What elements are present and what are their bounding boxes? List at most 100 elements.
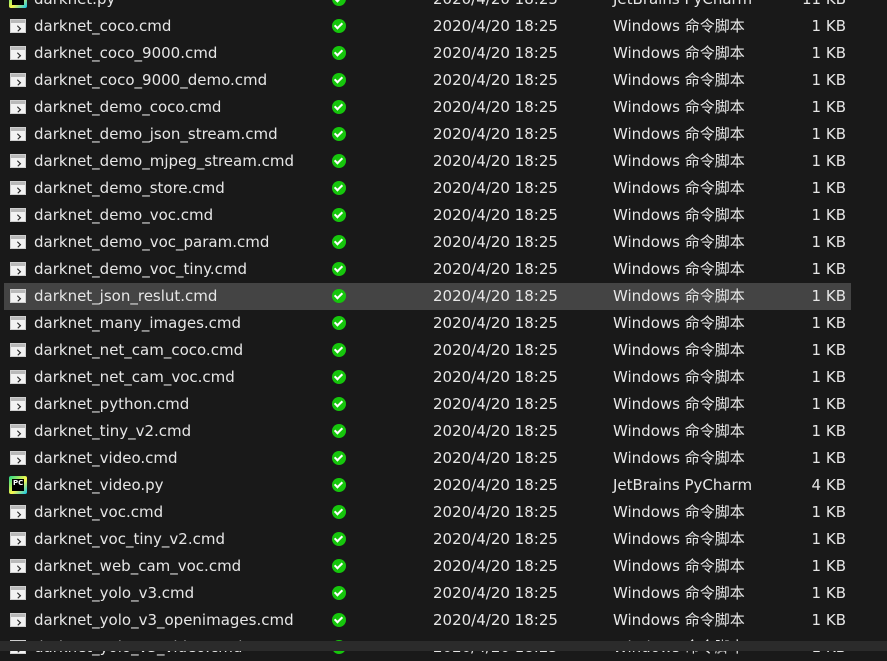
file-row[interactable]: darknet_python.cmd 2020/4/20 18:25 Windows… xyxy=(0,391,887,418)
file-size: 1 KB xyxy=(811,368,846,386)
cmd-file-icon xyxy=(10,559,26,573)
cmd-file-icon xyxy=(10,586,26,600)
file-name: darknet_demo_voc.cmd xyxy=(34,206,214,224)
synced-check-icon xyxy=(332,478,346,492)
sync-status-cell xyxy=(332,40,346,67)
file-name: darknet_demo_voc_param.cmd xyxy=(34,233,270,251)
file-type: JetBrains PyCharm xyxy=(613,0,752,13)
file-row[interactable]: darknet_demo_store.cmd 2020/4/20 18:25 Win… xyxy=(0,175,887,202)
file-modified-date: 2020/4/20 18:25 xyxy=(433,125,558,143)
file-icon-cell xyxy=(9,364,27,391)
file-type: Windows 命令脚本 xyxy=(613,17,745,35)
file-icon-cell xyxy=(9,175,27,202)
sync-status-cell xyxy=(332,121,346,148)
cmd-file-icon xyxy=(10,289,26,303)
file-modified-date: 2020/4/20 18:25 xyxy=(433,17,558,35)
file-size: 1 KB xyxy=(811,287,846,305)
file-size: 4 KB xyxy=(811,476,846,494)
file-row[interactable]: darknet_voc.cmd 2020/4/20 18:25 Windows 命令… xyxy=(0,499,887,526)
file-row[interactable]: darknet_net_cam_voc.cmd 2020/4/20 18:25 Wi… xyxy=(0,364,887,391)
file-modified-date: 2020/4/20 18:25 xyxy=(433,44,558,62)
file-icon-cell xyxy=(9,13,27,40)
file-icon-cell xyxy=(9,229,27,256)
cmd-file-icon xyxy=(10,316,26,330)
file-modified-date: 2020/4/20 18:25 xyxy=(433,503,558,521)
file-row[interactable]: darknet_web_cam_voc.cmd 2020/4/20 18:25 Wi… xyxy=(0,553,887,580)
file-modified-date: 2020/4/20 18:25 xyxy=(433,584,558,602)
file-name: darknet_voc.cmd xyxy=(34,503,164,521)
file-row[interactable]: darknet_demo_coco.cmd 2020/4/20 18:25 Wind… xyxy=(0,94,887,121)
file-name: darknet_video.py xyxy=(34,476,164,494)
synced-check-icon xyxy=(332,19,346,33)
file-row[interactable]: PC darknet_video.py 2020/4/20 18:25 JetBrai… xyxy=(0,472,887,499)
file-row[interactable]: darknet_video.cmd 2020/4/20 18:25 Windows … xyxy=(0,445,887,472)
file-size: 1 KB xyxy=(811,611,846,629)
file-row[interactable]: PC darknet.py 2020/4/20 18:25 JetBrains PyC… xyxy=(0,0,887,13)
file-name: darknet_net_cam_voc.cmd xyxy=(34,368,235,386)
file-name: darknet_demo_store.cmd xyxy=(34,179,225,197)
cmd-file-icon xyxy=(10,100,26,114)
file-type: Windows 命令脚本 xyxy=(613,314,745,332)
pycharm-file-icon: PC xyxy=(9,0,27,8)
file-size: 11 KB xyxy=(760,0,846,13)
file-size: 1 KB xyxy=(811,98,846,116)
synced-check-icon xyxy=(332,100,346,114)
file-name: darknet_yolo_v3_openimages.cmd xyxy=(34,611,294,629)
file-icon-cell xyxy=(9,283,27,310)
file-size: 1 KB xyxy=(811,44,846,62)
file-type: Windows 命令脚本 xyxy=(613,557,745,575)
file-row[interactable]: darknet_demo_voc_param.cmd 2020/4/20 18:2… xyxy=(0,229,887,256)
sync-status-cell xyxy=(332,229,346,256)
file-modified-date: 2020/4/20 18:25 xyxy=(433,368,558,386)
sync-status-cell xyxy=(332,67,346,94)
synced-check-icon xyxy=(332,0,346,6)
file-row[interactable]: darknet_coco.cmd 2020/4/20 18:25 Windows 命… xyxy=(0,13,887,40)
sync-status-cell xyxy=(332,418,346,445)
cmd-file-icon xyxy=(10,532,26,546)
sync-status-cell xyxy=(332,337,346,364)
file-row[interactable]: darknet_demo_voc.cmd 2020/4/20 18:25 Windo… xyxy=(0,202,887,229)
file-size: 1 KB xyxy=(811,125,846,143)
cmd-file-icon xyxy=(10,262,26,276)
file-row[interactable]: darknet_net_cam_coco.cmd 2020/4/20 18:25 W… xyxy=(0,337,887,364)
sync-status-cell xyxy=(332,0,346,13)
file-icon-cell xyxy=(9,202,27,229)
file-icon-cell xyxy=(9,445,27,472)
file-name: darknet_python.cmd xyxy=(34,395,190,413)
file-row[interactable]: darknet_demo_voc_tiny.cmd 2020/4/20 18:25… xyxy=(0,256,887,283)
synced-check-icon xyxy=(332,505,346,519)
file-size: 1 KB xyxy=(811,449,846,467)
file-row[interactable]: darknet_many_images.cmd 2020/4/20 18:25 Wi… xyxy=(0,310,887,337)
file-name: darknet_web_cam_voc.cmd xyxy=(34,557,242,575)
file-row[interactable]: darknet_demo_mjpeg_stream.cmd 2020/4/20 1… xyxy=(0,148,887,175)
file-row[interactable]: darknet_json_reslut.cmd 2020/4/20 18:25 Wi… xyxy=(0,283,887,310)
synced-check-icon xyxy=(332,559,346,573)
file-icon-cell xyxy=(9,256,27,283)
synced-check-icon xyxy=(332,370,346,384)
file-row[interactable]: darknet_demo_json_stream.cmd 2020/4/20 18… xyxy=(0,121,887,148)
file-row[interactable]: darknet_voc_tiny_v2.cmd 2020/4/20 18:25 Wi… xyxy=(0,526,887,553)
file-icon-cell xyxy=(9,607,27,634)
sync-status-cell xyxy=(332,256,346,283)
file-row[interactable]: darknet_yolo_v3_openimages.cmd 2020/4/20 … xyxy=(0,607,887,634)
synced-check-icon xyxy=(332,586,346,600)
file-row[interactable]: darknet_tiny_v2.cmd 2020/4/20 18:25 Window… xyxy=(0,418,887,445)
cmd-file-icon xyxy=(10,235,26,249)
sync-status-cell xyxy=(332,391,346,418)
file-icon-cell xyxy=(9,121,27,148)
synced-check-icon xyxy=(332,532,346,546)
file-name: darknet_coco.cmd xyxy=(34,17,172,35)
synced-check-icon xyxy=(332,613,346,627)
synced-check-icon xyxy=(332,397,346,411)
file-icon-cell xyxy=(9,148,27,175)
horizontal-scrollbar[interactable] xyxy=(0,641,887,651)
file-row[interactable]: darknet_coco_9000_demo.cmd 2020/4/20 18:2… xyxy=(0,67,887,94)
file-row[interactable]: darknet_yolo_v3.cmd 2020/4/20 18:25 Window… xyxy=(0,580,887,607)
sync-status-cell xyxy=(332,175,346,202)
cmd-file-icon xyxy=(10,127,26,141)
pycharm-file-icon: PC xyxy=(9,476,27,494)
file-row[interactable]: darknet_coco_9000.cmd 2020/4/20 18:25 Wind… xyxy=(0,40,887,67)
file-type: Windows 命令脚本 xyxy=(613,44,745,62)
file-name: darknet_video.cmd xyxy=(34,449,178,467)
cmd-file-icon xyxy=(10,343,26,357)
